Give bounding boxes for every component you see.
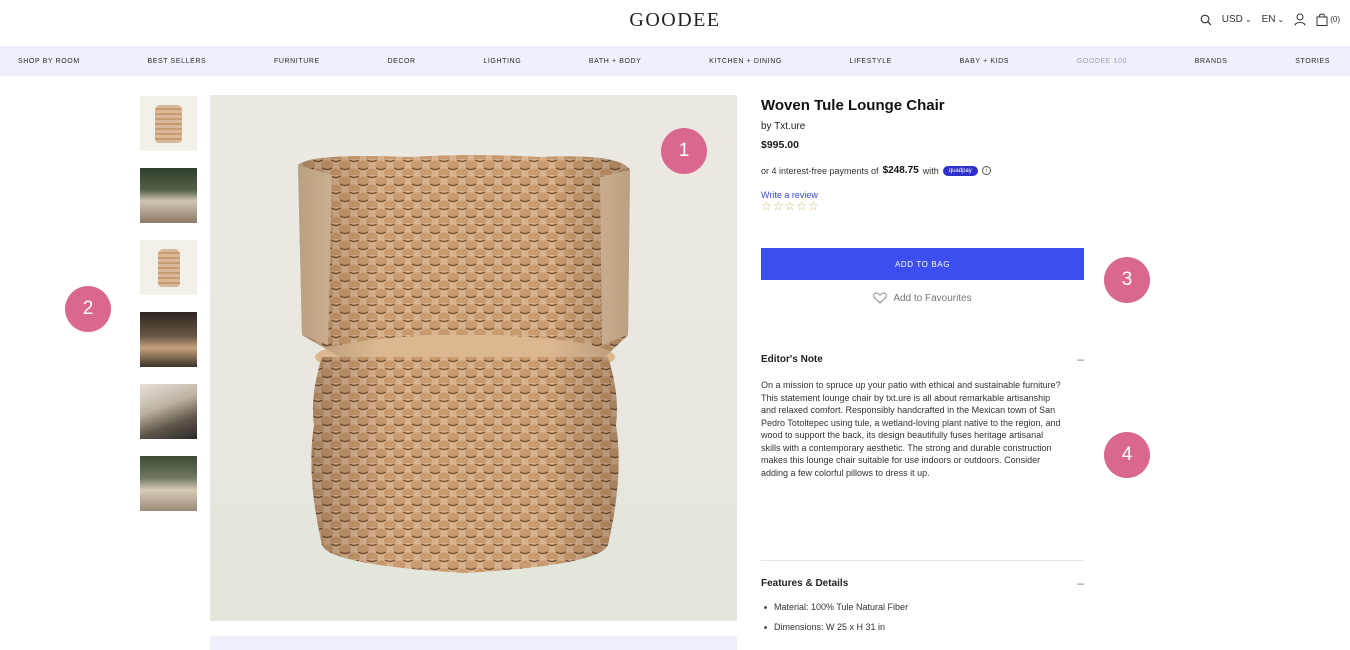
collapse-icon: – — [1077, 352, 1084, 366]
nav-item-goodee-100[interactable]: GOODEE 100 — [1077, 58, 1127, 65]
language-label: EN — [1261, 14, 1276, 25]
patio-scene-image — [140, 456, 197, 511]
woven-chair-illustration — [298, 155, 630, 573]
product-info: Woven Tule Lounge Chair by Txt.ure $995.… — [761, 97, 1091, 212]
annotation-badge-2: 2 — [65, 286, 111, 332]
annotation-badge-4: 4 — [1104, 432, 1150, 478]
site-header: GOODEE USD ⌄ EN ⌄ (0) — [0, 0, 1350, 44]
main-navigation: SHOP BY ROOM BEST SELLERS FURNITURE DECO… — [0, 46, 1350, 76]
thumbnail-3[interactable] — [140, 240, 197, 295]
thumbnail-2[interactable] — [140, 168, 197, 223]
chevron-down-icon: ⌄ — [1277, 15, 1285, 24]
annotation-badge-3: 3 — [1104, 257, 1150, 303]
feature-text: Material: 100% Tule Natural Fiber — [774, 602, 909, 612]
installment-info: or 4 interest-free payments of $248.75 w… — [761, 165, 1091, 176]
collapse-icon: – — [1077, 576, 1084, 590]
installment-suffix: with — [922, 165, 939, 176]
section-divider — [761, 560, 1084, 561]
outdoor-scene-image — [140, 168, 197, 223]
nav-item-brands[interactable]: BRANDS — [1195, 58, 1228, 65]
add-to-favourites-label: Add to Favourites — [893, 292, 972, 304]
features-heading: Features & Details — [761, 577, 849, 589]
thumbnail-gallery — [140, 96, 198, 528]
currency-label: USD — [1221, 14, 1243, 25]
chevron-down-icon: ⌄ — [1244, 15, 1252, 24]
thumbnail-6[interactable] — [140, 456, 197, 511]
nav-item-lifestyle[interactable]: LIFESTYLE — [850, 58, 892, 65]
cart-count: (0) — [1330, 15, 1340, 24]
editors-note-heading: Editor's Note — [761, 353, 823, 365]
info-icon[interactable]: i — [981, 166, 991, 175]
site-logo[interactable]: GOODEE — [0, 9, 1350, 32]
product-title: Woven Tule Lounge Chair — [761, 97, 945, 114]
product-price: $995.00 — [761, 139, 799, 151]
bullet-icon — [764, 605, 767, 609]
editors-note-toggle[interactable]: Editor's Note – — [761, 352, 1084, 366]
image-footer-strip — [210, 636, 737, 650]
search-icon[interactable] — [1200, 14, 1212, 26]
bullet-icon — [764, 625, 767, 629]
features-details-toggle[interactable]: Features & Details – — [761, 576, 1084, 590]
nav-item-lighting[interactable]: LIGHTING — [483, 58, 521, 65]
chair-thumbnail-image — [155, 105, 182, 143]
add-to-favourites-button[interactable]: Add to Favourites — [761, 292, 1084, 304]
nav-item-shop-by-room[interactable]: SHOP BY ROOM — [18, 58, 80, 65]
header-utilities: USD ⌄ EN ⌄ (0) — [1200, 13, 1340, 26]
product-brand[interactable]: by Txt.ure — [761, 121, 1091, 132]
nav-item-furniture[interactable]: FURNITURE — [274, 58, 320, 65]
installment-amount: $248.75 — [882, 165, 919, 176]
nav-item-baby-kids[interactable]: BABY + KIDS — [960, 58, 1009, 65]
nav-item-kitchen-dining[interactable]: KITCHEN + DINING — [709, 58, 782, 65]
heart-icon — [873, 292, 888, 304]
add-to-bag-button[interactable]: ADD TO BAG — [761, 248, 1084, 280]
annotation-badge-1: 1 — [661, 128, 707, 174]
nav-item-decor[interactable]: DECOR — [387, 58, 415, 65]
currency-selector[interactable]: USD ⌄ — [1222, 14, 1252, 25]
main-product-image[interactable]: 1 — [210, 95, 737, 621]
thumbnail-5[interactable] — [140, 384, 197, 439]
feature-text: Dimensions: W 25 x H 31 in — [774, 622, 886, 632]
detail-scene-image — [140, 384, 197, 439]
list-item: Material: 100% Tule Natural Fiber — [764, 602, 1084, 612]
interior-scene-image — [140, 312, 197, 367]
language-selector[interactable]: EN ⌄ — [1262, 14, 1285, 25]
features-list: Material: 100% Tule Natural Fiber Dimens… — [764, 602, 1084, 642]
thumbnail-1[interactable] — [140, 96, 197, 151]
quadpay-badge[interactable]: quadpay — [942, 165, 978, 176]
account-icon[interactable] — [1294, 13, 1306, 26]
nav-item-stories[interactable]: STORIES — [1295, 58, 1330, 65]
chair-side-image — [158, 249, 180, 287]
list-item: Dimensions: W 25 x H 31 in — [764, 622, 1084, 632]
rating-stars[interactable]: ☆☆☆☆☆ — [761, 200, 1091, 212]
nav-item-bath-body[interactable]: BATH + BODY — [589, 58, 642, 65]
thumbnail-4[interactable] — [140, 312, 197, 367]
cart-button[interactable]: (0) — [1316, 13, 1340, 26]
editors-note-body: On a mission to spruce up your patio wit… — [761, 380, 1061, 478]
installment-prefix: or 4 interest-free payments of — [761, 165, 879, 176]
shopping-bag-icon — [1316, 13, 1328, 26]
nav-item-best-sellers[interactable]: BEST SELLERS — [147, 58, 206, 65]
